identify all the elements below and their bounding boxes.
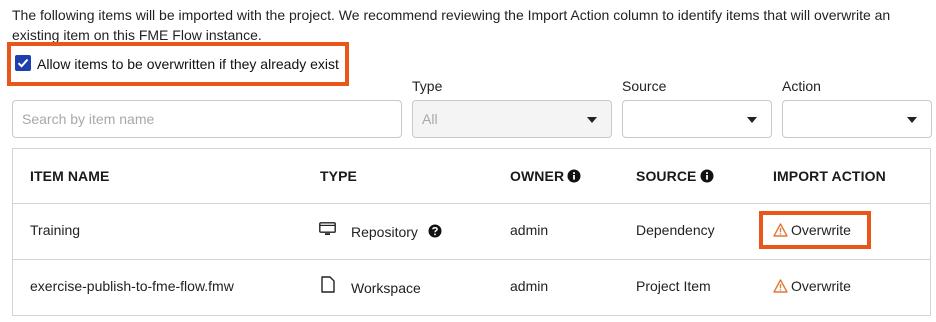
help-icon[interactable] <box>428 224 442 238</box>
row-2-source: Project Item <box>636 278 711 294</box>
row-1-type: Repository <box>351 224 418 240</box>
search-input[interactable]: Search by item name <box>12 100 402 138</box>
row-1-import-action-label: Overwrite <box>791 222 851 238</box>
action-select[interactable] <box>782 100 932 138</box>
row-1-owner: admin <box>510 222 549 238</box>
allow-overwrite-label[interactable]: Allow items to be overwritten if they al… <box>37 55 339 73</box>
header-item-name[interactable]: ITEM NAME <box>30 167 109 185</box>
warning-icon <box>773 279 788 293</box>
warning-icon <box>773 223 788 237</box>
header-type[interactable]: TYPE <box>320 167 357 185</box>
header-import-action[interactable]: IMPORT ACTION <box>773 167 886 185</box>
row-1-source: Dependency <box>636 222 715 238</box>
divider <box>13 259 930 260</box>
file-icon <box>321 276 335 293</box>
chevron-down-icon <box>747 117 757 123</box>
action-filter-label: Action <box>782 78 821 94</box>
chevron-down-icon <box>587 117 597 123</box>
row-2-type: Workspace <box>351 280 421 296</box>
row-2-import-action: Overwrite <box>773 277 851 295</box>
header-owner[interactable]: OWNER <box>510 167 581 185</box>
type-select-value: All <box>422 111 438 127</box>
chevron-down-icon <box>907 117 917 123</box>
row-2-owner: admin <box>510 278 549 294</box>
info-icon[interactable] <box>567 169 581 183</box>
type-select[interactable]: All <box>412 100 612 138</box>
row-1-item-name: Training <box>30 222 81 238</box>
intro-text: The following items will be imported wit… <box>12 7 891 43</box>
info-icon[interactable] <box>700 169 714 183</box>
row-2-import-action-label: Overwrite <box>791 278 851 294</box>
row-1-import-action: Overwrite <box>773 221 851 239</box>
divider <box>13 203 930 204</box>
allow-overwrite-checkbox[interactable] <box>15 55 31 71</box>
folder-icon <box>319 222 336 235</box>
header-source-label: SOURCE <box>636 168 697 184</box>
header-source[interactable]: SOURCE <box>636 167 714 185</box>
search-placeholder: Search by item name <box>22 111 155 127</box>
header-owner-label: OWNER <box>510 168 565 184</box>
row-2-item-name: exercise-publish-to-fme-flow.fmw <box>30 278 234 294</box>
checkmark-icon <box>17 58 29 68</box>
source-filter-label: Source <box>622 78 667 94</box>
source-select[interactable] <box>622 100 772 138</box>
type-filter-label: Type <box>412 78 443 94</box>
import-items-table: ITEM NAME TYPE OWNER SOURCE IMPORT ACTIO… <box>12 148 931 316</box>
